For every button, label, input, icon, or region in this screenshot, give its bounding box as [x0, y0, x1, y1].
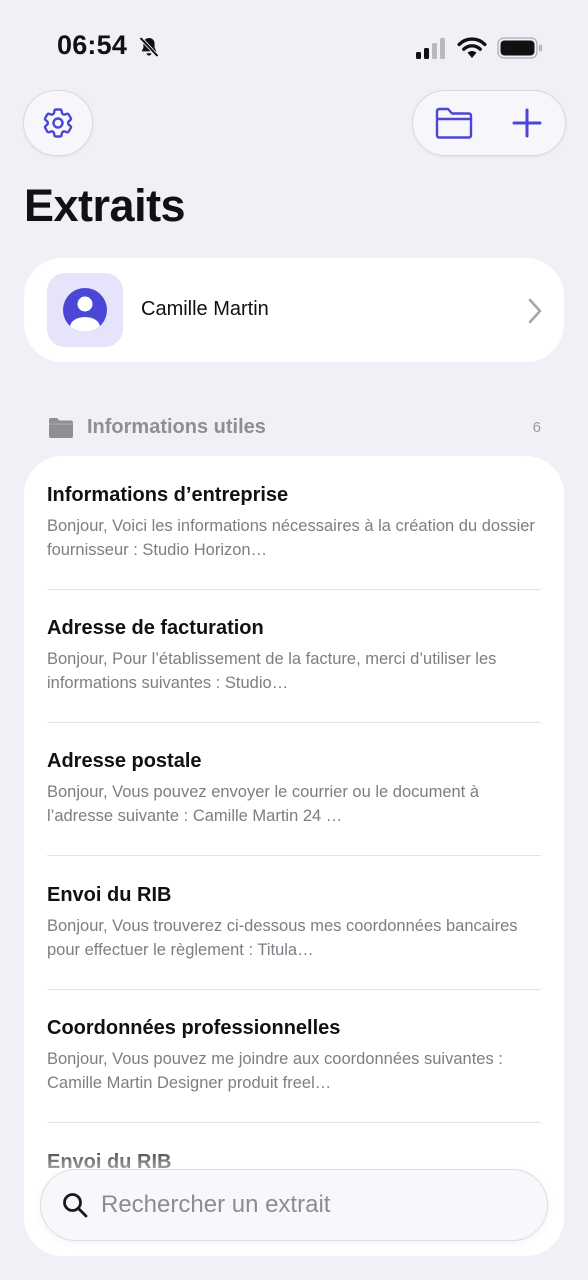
item-preview: Bonjour, Vous pouvez envoyer le courrier…: [47, 783, 480, 825]
list-item[interactable]: Adresse de facturation Bonjour, Pour l’é…: [47, 589, 541, 723]
status-bar: 06:54: [0, 0, 588, 96]
list-item[interactable]: Coordonnées professionnelles Bonjour, Vo…: [47, 989, 541, 1123]
search-input[interactable]: [101, 1187, 521, 1223]
profile-card[interactable]: Camille Martin: [24, 258, 564, 362]
folder-fill-icon: [49, 418, 73, 438]
item-title: Envoi du RIB: [47, 884, 172, 906]
item-title: Adresse de facturation: [47, 617, 264, 639]
settings-button[interactable]: [23, 90, 93, 156]
plus-icon[interactable]: [507, 103, 547, 143]
battery-icon: [497, 37, 542, 59]
gear-icon: [43, 108, 73, 138]
avatar: [47, 273, 123, 347]
item-preview: Bonjour, Voici les informations nécessai…: [47, 517, 535, 559]
section-header[interactable]: Informations utiles 6: [48, 414, 541, 442]
item-preview: Bonjour, Vous trouverez ci-dessous mes c…: [47, 917, 518, 959]
person-circle-icon: [63, 288, 107, 332]
item-preview: Bonjour, Vous pouvez me joindre aux coor…: [47, 1050, 503, 1092]
search-bar[interactable]: [40, 1169, 548, 1241]
item-title: Coordonnées professionnelles: [47, 1017, 341, 1039]
section-count: 6: [532, 419, 541, 436]
list-item[interactable]: Informations d’entreprise Bonjour, Voici…: [47, 456, 541, 590]
cellular-signal-icon: [416, 38, 445, 59]
folder-icon[interactable]: [433, 104, 475, 142]
item-preview: Bonjour, Pour l’établissement de la fact…: [47, 650, 497, 692]
chevron-right-icon: [528, 298, 542, 324]
profile-name: Camille Martin: [141, 298, 269, 320]
list-item[interactable]: Envoi du RIB Bonjour, Vous trouverez ci-…: [47, 856, 541, 990]
wifi-icon: [457, 37, 487, 58]
item-title: Adresse postale: [47, 750, 202, 772]
page-title: Extraits: [24, 180, 186, 231]
item-title: Informations d’entreprise: [47, 484, 289, 506]
list-item[interactable]: Adresse postale Bonjour, Vous pouvez env…: [47, 722, 541, 856]
search-icon: [63, 1193, 88, 1218]
snippet-list: Informations d’entreprise Bonjour, Voici…: [24, 456, 564, 1256]
status-time: 06:54: [57, 30, 128, 60]
bell-slash-icon: [139, 36, 159, 58]
section-title: Informations utiles: [87, 416, 266, 438]
header-actions: [412, 90, 566, 156]
